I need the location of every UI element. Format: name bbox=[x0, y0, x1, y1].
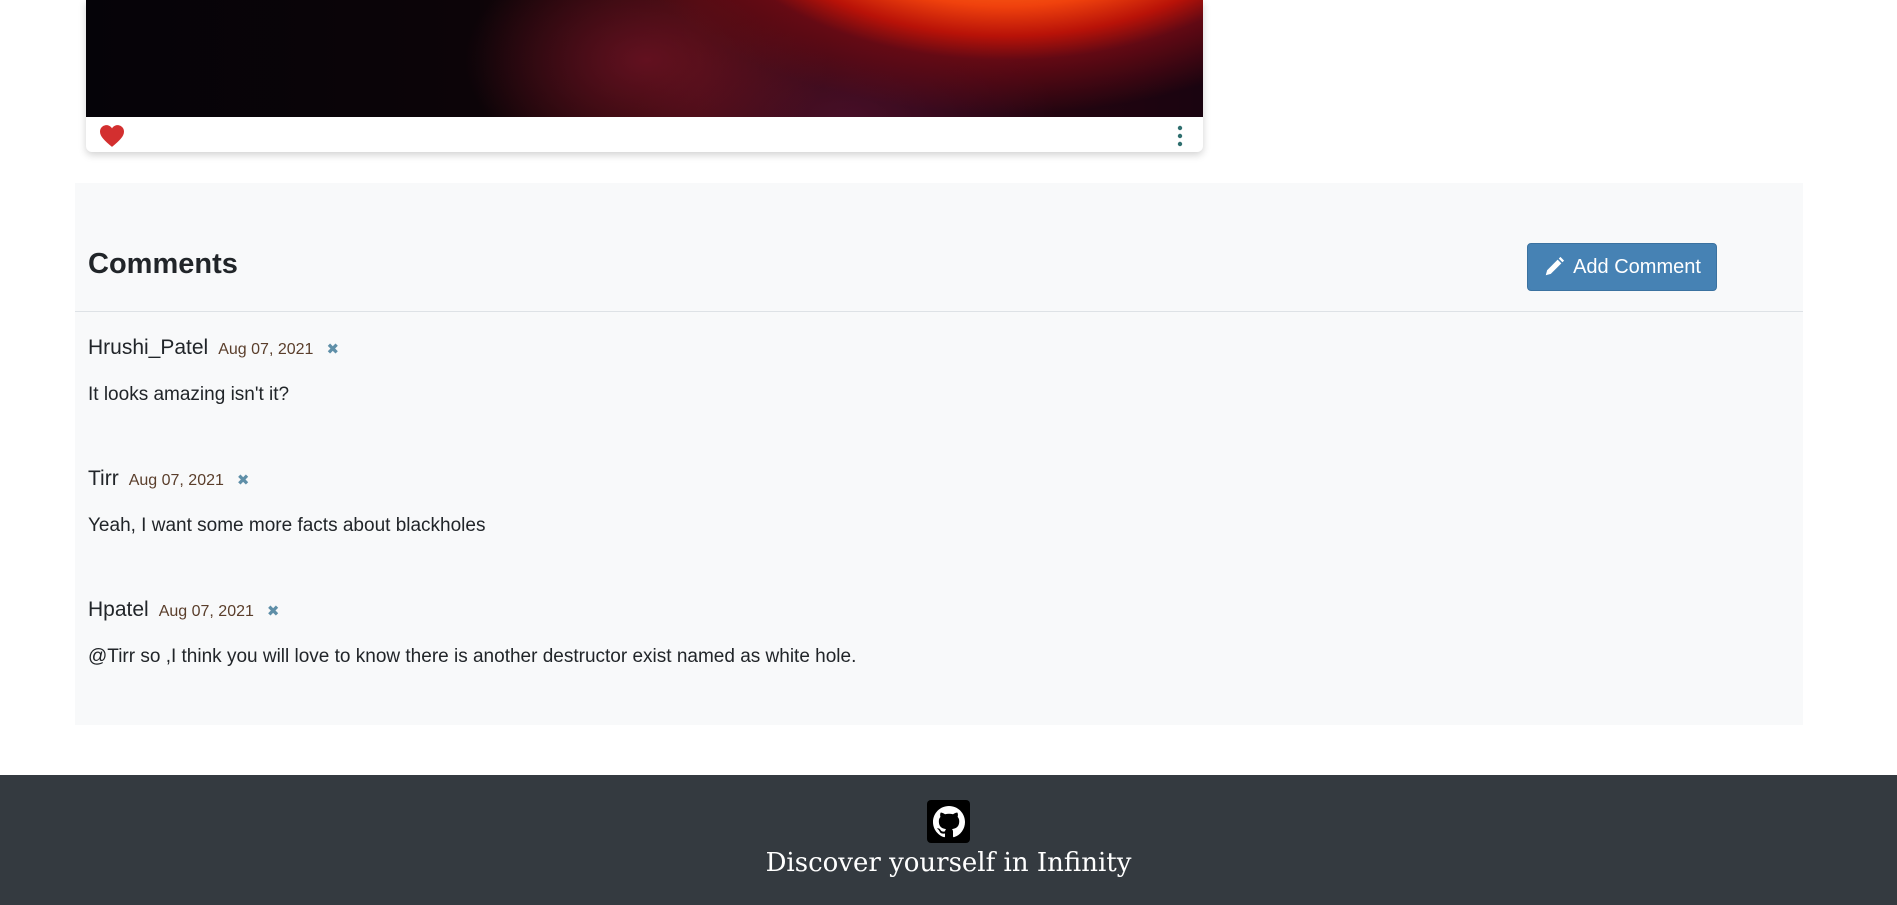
add-comment-label: Add Comment bbox=[1573, 255, 1701, 278]
footer-tagline: Discover yourself in Infinity bbox=[765, 848, 1132, 878]
post-image bbox=[86, 0, 1203, 117]
comment-date: Aug 07, 2021 bbox=[158, 603, 254, 620]
comment-text: Yeah, I want some more facts about black… bbox=[88, 515, 486, 536]
comment-author: Tirr bbox=[88, 467, 119, 490]
delete-comment-icon[interactable]: ✖ bbox=[267, 602, 280, 620]
comment-meta: Tirr Aug 07, 2021 ✖ bbox=[88, 467, 1788, 491]
comment-item: Hpatel Aug 07, 2021 ✖ @Tirr so ,I think … bbox=[88, 598, 1788, 668]
comments-title: Comments bbox=[88, 248, 238, 280]
github-icon[interactable] bbox=[927, 800, 970, 843]
heart-icon[interactable] bbox=[98, 124, 126, 148]
post-actions bbox=[86, 117, 1203, 152]
comments-header: Comments Add Comment bbox=[75, 183, 1803, 312]
comment-date: Aug 07, 2021 bbox=[218, 341, 314, 358]
comment-item: Tirr Aug 07, 2021 ✖ Yeah, I want some mo… bbox=[88, 467, 1788, 537]
add-comment-button[interactable]: Add Comment bbox=[1527, 243, 1717, 291]
footer: Discover yourself in Infinity bbox=[0, 775, 1897, 905]
delete-comment-icon[interactable]: ✖ bbox=[326, 340, 339, 358]
comment-author: Hrushi_Patel bbox=[88, 336, 209, 359]
pencil-icon bbox=[1545, 256, 1565, 276]
github-logo-glyph bbox=[932, 805, 965, 837]
comments-section: Comments Add Comment Hrushi_Patel Aug 07… bbox=[75, 183, 1803, 725]
comment-text: @Tirr so ,I think you will love to know … bbox=[88, 646, 857, 667]
comment-meta: Hpatel Aug 07, 2021 ✖ bbox=[88, 598, 1788, 622]
comment-author: Hpatel bbox=[88, 598, 149, 621]
comment-date: Aug 07, 2021 bbox=[128, 472, 224, 489]
comment-text: It looks amazing isn't it? bbox=[88, 384, 290, 405]
post-card bbox=[86, 0, 1203, 152]
kebab-icon[interactable] bbox=[1175, 125, 1185, 147]
delete-comment-icon[interactable]: ✖ bbox=[237, 471, 250, 489]
comment-meta: Hrushi_Patel Aug 07, 2021 ✖ bbox=[88, 336, 1788, 360]
comment-item: Hrushi_Patel Aug 07, 2021 ✖ It looks ama… bbox=[88, 336, 1788, 406]
